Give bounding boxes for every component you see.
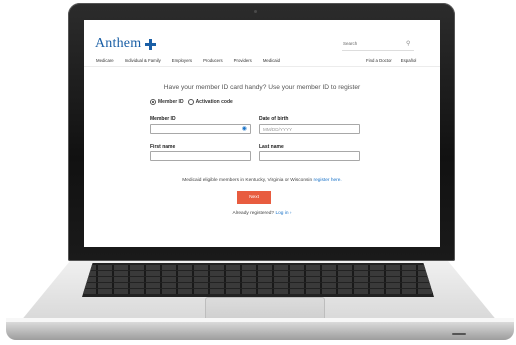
laptop-status-led <box>452 333 466 335</box>
search-placeholder: Search <box>343 41 358 46</box>
already-registered: Already registered? Log in › <box>84 211 440 216</box>
radio-member-id-label[interactable]: Member ID <box>158 99 184 105</box>
last-name-input[interactable] <box>259 151 360 161</box>
laptop-keyboard <box>82 263 434 297</box>
logo-text: Anthem <box>95 36 142 51</box>
search-input[interactable]: Search ⚲ <box>342 41 414 51</box>
site-logo[interactable]: Anthem <box>95 36 157 52</box>
nav-item-employers[interactable]: Employers <box>172 58 192 63</box>
next-button[interactable]: Next <box>237 191 271 204</box>
member-id-input[interactable]: ◉ <box>150 124 251 134</box>
last-name-label: Last name <box>259 144 284 150</box>
language-link[interactable]: Español <box>401 58 417 63</box>
log-in-link[interactable]: Log in <box>275 211 288 216</box>
laptop-front-lip <box>6 318 514 322</box>
register-prompt: Have your member ID card handy? Use your… <box>163 84 361 91</box>
nav-item-individual-family[interactable]: Individual & Family <box>125 58 161 63</box>
radio-activation-code[interactable] <box>187 99 194 105</box>
register-here-link[interactable]: register here. <box>314 178 342 183</box>
magnifier-icon[interactable]: ⚲ <box>406 40 410 47</box>
cross-shield-icon <box>145 38 157 50</box>
laptop-screen: Anthem Search ⚲ Medicare Individual & Fa… <box>84 20 440 247</box>
dob-input[interactable]: MM/DD/YYYY <box>259 124 360 134</box>
site-header: Anthem Search ⚲ Medicare Individual & Fa… <box>84 20 440 67</box>
radio-member-id[interactable] <box>150 99 156 105</box>
already-registered-text: Already registered? <box>232 211 275 216</box>
first-name-label: First name <box>150 144 176 150</box>
medicaid-note-text: Medicaid eligible members in Kentucky, V… <box>182 178 313 183</box>
id-type-radio-group: Member ID Activation code <box>150 99 233 105</box>
utility-nav: Find a Doctor Español <box>366 58 416 63</box>
member-id-label: Member ID <box>150 116 176 122</box>
find-doctor-link[interactable]: Find a Doctor <box>366 58 392 63</box>
dob-label: Date of birth <box>259 116 289 122</box>
nav-item-providers[interactable]: Providers <box>234 58 252 63</box>
first-name-input[interactable] <box>150 151 251 161</box>
nav-item-medicaid[interactable]: Medicaid <box>263 58 280 63</box>
nav-item-medicare[interactable]: Medicare <box>96 58 114 63</box>
dob-placeholder: MM/DD/YYYY <box>263 127 293 132</box>
chevron-right-icon[interactable]: › <box>290 211 292 216</box>
eye-icon[interactable]: ◉ <box>242 126 247 133</box>
nav-item-producers[interactable]: Producers <box>203 58 223 63</box>
medicaid-note: Medicaid eligible members in Kentucky, V… <box>84 178 440 183</box>
radio-activation-code-label[interactable]: Activation code <box>196 99 233 105</box>
main-nav: Medicare Individual & Family Employers P… <box>96 58 280 63</box>
webcam-icon <box>254 10 257 13</box>
